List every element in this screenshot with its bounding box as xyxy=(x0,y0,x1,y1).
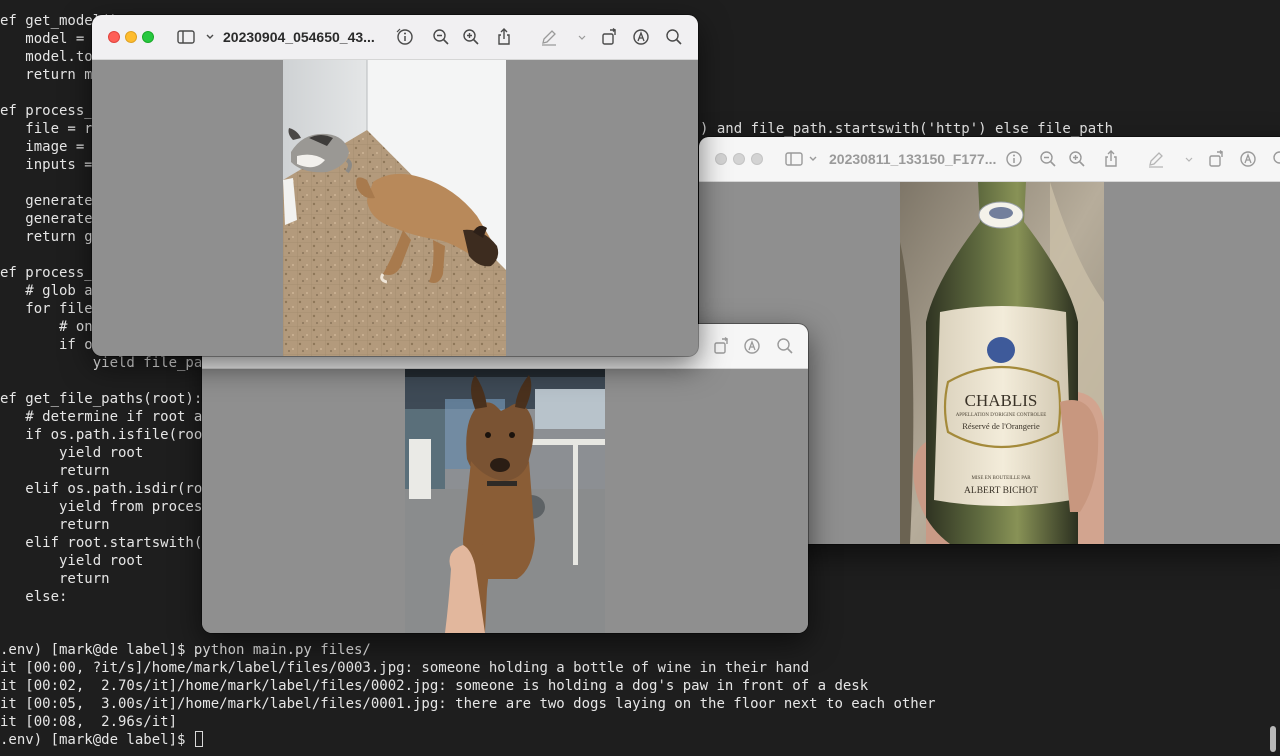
code-line: ef process_ xyxy=(0,103,93,119)
text-cursor xyxy=(194,731,203,747)
window-titlebar[interactable]: 20230904_054650_43... xyxy=(92,15,698,60)
code-line: if os.path.isfile(roo xyxy=(0,427,203,443)
output-line: it [00:02, 2.70s/it]/home/mark/label/fil… xyxy=(0,678,869,694)
code-line: elif os.path.isdir(ro xyxy=(0,481,203,497)
window-title: 20230811_133150_F177... xyxy=(829,151,997,167)
code-line: yield root xyxy=(0,553,144,569)
zoom-out-icon[interactable] xyxy=(431,27,451,47)
search-icon[interactable] xyxy=(1271,149,1280,169)
markup-circle-icon[interactable] xyxy=(742,336,762,356)
code-line: ef get_file_paths(root): xyxy=(0,391,203,407)
chevron-down-icon[interactable] xyxy=(1179,149,1193,169)
terminal-scrollbar[interactable] xyxy=(1270,726,1276,752)
rotate-icon[interactable] xyxy=(1207,149,1227,169)
sidebar-icon[interactable] xyxy=(176,27,196,47)
zoom-button[interactable] xyxy=(751,153,763,165)
code-line: yield file_pa xyxy=(0,355,203,371)
two-dogs-photo xyxy=(283,60,506,356)
markup-pen-icon[interactable] xyxy=(539,27,559,47)
code-line: file = r xyxy=(0,121,93,137)
code-line: return m xyxy=(0,67,93,83)
minimize-button[interactable] xyxy=(125,31,137,43)
code-line: generate xyxy=(0,193,93,209)
wine-label-cuvee: Réservé de l'Orangerie xyxy=(962,421,1040,431)
code-line: yield root xyxy=(0,445,144,461)
search-icon[interactable] xyxy=(775,336,795,356)
code-line: return xyxy=(0,571,110,587)
output-line: .env) [mark@de label]$ python main.py fi… xyxy=(0,642,371,658)
code-line: if o xyxy=(0,337,93,353)
close-button[interactable] xyxy=(108,31,120,43)
zoom-in-icon[interactable] xyxy=(1067,149,1087,169)
code-line: elif root.startswith( xyxy=(0,535,203,551)
info-icon[interactable] xyxy=(1004,149,1024,169)
window-title: 20230904_054650_43... xyxy=(223,29,375,45)
output-line: it [00:05, 3.00s/it]/home/mark/label/fil… xyxy=(0,696,936,712)
chevron-down-icon[interactable] xyxy=(572,27,586,47)
wine-label-producer: ALBERT BICHOT xyxy=(964,486,1038,496)
sidebar-icon[interactable] xyxy=(784,149,804,169)
image-canvas[interactable] xyxy=(202,369,808,633)
code-line: # on xyxy=(0,319,93,335)
wine-label-bottled-by: MISE EN BOUTEILLE PAR xyxy=(971,476,1031,481)
code-line: generate xyxy=(0,211,93,227)
dog-paw-photo xyxy=(405,369,605,633)
code-line: image = xyxy=(0,139,93,155)
code-line: yield from proces xyxy=(0,499,203,515)
code-line: return g xyxy=(0,229,93,245)
output-line: it [00:00, ?it/s]/home/mark/label/files/… xyxy=(0,660,810,676)
prompt-line[interactable]: .env) [mark@de label]$ xyxy=(0,731,203,749)
markup-circle-icon[interactable] xyxy=(631,27,651,47)
code-line: inputs = xyxy=(0,157,93,173)
code-line: # determine if root a xyxy=(0,409,203,425)
code-line: # glob a xyxy=(0,283,93,299)
minimize-button[interactable] xyxy=(733,153,745,165)
code-line: return xyxy=(0,517,110,533)
code-line-partial: ) and file_path.startswith('http') else … xyxy=(700,121,1114,137)
share-icon[interactable] xyxy=(494,27,514,47)
wine-label-appellation: APPELLATION D'ORIGINE CONTROLEE xyxy=(956,413,1047,418)
chevron-down-icon[interactable] xyxy=(200,27,214,47)
zoom-button[interactable] xyxy=(142,31,154,43)
code-line: return xyxy=(0,463,110,479)
wine-label-name: CHABLIS xyxy=(965,391,1038,410)
markup-circle-icon[interactable] xyxy=(1238,149,1258,169)
code-line: model.to xyxy=(0,49,93,65)
zoom-out-icon[interactable] xyxy=(1038,149,1058,169)
close-button[interactable] xyxy=(715,153,727,165)
window-titlebar[interactable]: 20230811_133150_F177... xyxy=(699,137,1280,182)
preview-window-dog-paw[interactable] xyxy=(202,324,808,633)
share-icon[interactable] xyxy=(1101,149,1121,169)
search-icon[interactable] xyxy=(664,27,684,47)
chevron-down-icon[interactable] xyxy=(803,149,817,169)
code-line: for file xyxy=(0,301,93,317)
preview-window-two-dogs[interactable]: 20230904_054650_43... xyxy=(92,15,698,356)
rotate-icon[interactable] xyxy=(712,336,732,356)
code-line: else: xyxy=(0,589,68,605)
shell-prompt: .env) [mark@de label]$ xyxy=(0,732,194,748)
markup-pen-icon[interactable] xyxy=(1146,149,1166,169)
image-canvas[interactable] xyxy=(92,60,698,356)
code-line: model = xyxy=(0,31,93,47)
info-icon[interactable] xyxy=(395,27,415,47)
output-line: it [00:08, 2.96s/it] xyxy=(0,714,178,730)
rotate-icon[interactable] xyxy=(600,27,620,47)
wine-bottle-photo: CHABLIS APPELLATION D'ORIGINE CONTROLEE … xyxy=(900,182,1104,544)
code-line: ef process_ xyxy=(0,265,93,281)
zoom-in-icon[interactable] xyxy=(461,27,481,47)
